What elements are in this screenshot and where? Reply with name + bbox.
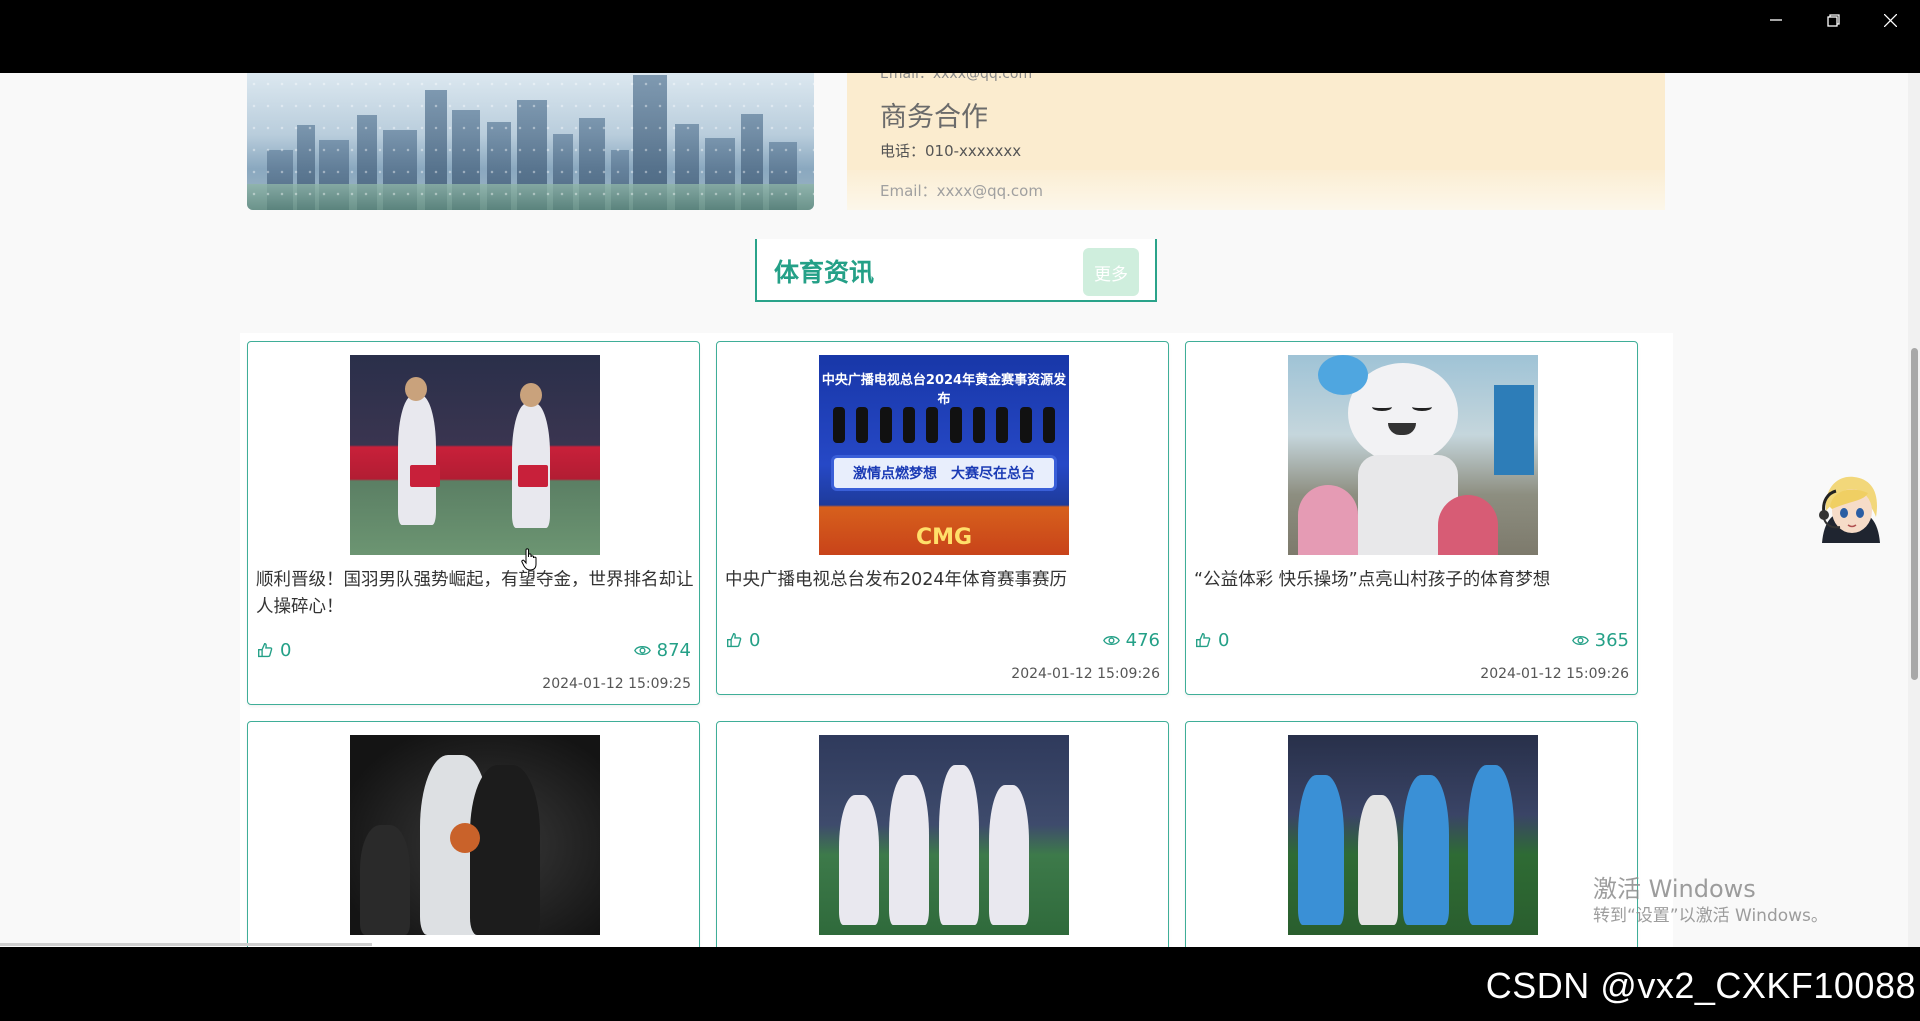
like-count-value: 0 <box>1218 630 1230 651</box>
contact-email-cut: Email：xxxx@qq.com <box>880 73 1033 82</box>
cmg-banner-middle: 激情点燃梦想 大赛尽在总台 <box>831 455 1057 491</box>
news-card[interactable]: “公益体彩 快乐操场”点亮山村孩子的体育梦想 0 365 2024-01-12 … <box>1185 341 1638 695</box>
page-viewport: Email：xxxx@qq.com 商务合作 电话：010-xxxxxxx Em… <box>0 73 1920 947</box>
window-titlebar <box>0 0 1920 73</box>
cmg-event-photo: 中央广播电视总台2024年黄金赛事资源发布 激情点燃梦想 大赛尽在总台 CMG <box>819 355 1069 555</box>
view-count: 476 <box>1102 630 1160 651</box>
publish-date: 2024-01-12 15:09:26 <box>1011 666 1160 682</box>
section-title: 体育资讯 <box>774 258 875 287</box>
activation-watermark-hint: 转到“设置”以激活 Windows。 <box>1593 906 1828 926</box>
view-count-value: 874 <box>656 640 691 661</box>
card-title[interactable]: 中央广播电视总台发布2024年体育赛事赛历 <box>725 567 1165 594</box>
cmg-logo: CMG <box>915 525 973 550</box>
like-count[interactable]: 0 <box>1195 630 1229 651</box>
badminton-photo <box>350 355 600 555</box>
news-card[interactable]: 顺利晋级！国羽男队强势崛起，有望夺金，世界排名却让人操碎心！ 0 874 202… <box>247 341 700 705</box>
minimize-button[interactable] <box>1748 0 1804 40</box>
contact-phone: 电话：010-xxxxxxx <box>880 142 1022 160</box>
activation-watermark-title: 激活 Windows <box>1593 875 1756 903</box>
publish-date: 2024-01-12 15:09:25 <box>542 676 691 692</box>
view-count: 365 <box>1571 630 1629 651</box>
contact-title: 商务合作 <box>880 102 988 133</box>
scrollbar-thumb[interactable] <box>1911 348 1918 680</box>
restore-icon <box>1826 13 1840 27</box>
hand-cursor-icon <box>521 548 537 571</box>
womens-soccer-photo <box>819 735 1069 935</box>
bottom-black-bar: CSDN @vx2_CXKF10088 <box>0 947 1920 1021</box>
news-card[interactable] <box>716 721 1169 947</box>
eye-icon <box>633 645 651 656</box>
restore-button[interactable] <box>1805 0 1861 40</box>
city-banner-image <box>247 73 814 210</box>
sports-news-header: 体育资讯 更多 <box>755 239 1157 302</box>
close-button[interactable] <box>1862 0 1918 40</box>
basketball-photo <box>350 735 600 935</box>
thumbs-up-icon <box>1196 633 1211 648</box>
more-button[interactable]: 更多 <box>1083 248 1139 296</box>
mascot-photo <box>1288 355 1538 555</box>
like-count-value: 0 <box>280 640 292 661</box>
view-count-value: 365 <box>1594 630 1629 651</box>
thumbs-up-icon <box>727 633 742 648</box>
news-card[interactable]: 中央广播电视总台2024年黄金赛事资源发布 激情点燃梦想 大赛尽在总台 CMG … <box>716 341 1169 695</box>
horizontal-scrollbar[interactable] <box>0 943 372 946</box>
like-count[interactable]: 0 <box>257 640 291 661</box>
news-card[interactable] <box>247 721 700 947</box>
like-count[interactable]: 0 <box>726 630 760 651</box>
support-agent-icon <box>1819 476 1880 543</box>
minimize-icon <box>1770 19 1782 21</box>
eye-icon <box>1571 635 1589 646</box>
cmg-banner-top: 中央广播电视总台2024年黄金赛事资源发布 <box>821 373 1067 407</box>
thumbs-up-icon <box>258 643 273 658</box>
assistant-avatar[interactable] <box>1810 471 1892 553</box>
soccer-photo <box>1288 735 1538 935</box>
like-count-value: 0 <box>749 630 761 651</box>
eye-icon <box>1102 635 1120 646</box>
csdn-watermark: CSDN @vx2_CXKF10088 <box>1485 965 1916 1006</box>
business-contact-panel: Email：xxxx@qq.com 商务合作 电话：010-xxxxxxx Em… <box>847 73 1665 210</box>
view-count-value: 476 <box>1125 630 1160 651</box>
view-count: 874 <box>633 640 691 661</box>
news-card[interactable] <box>1185 721 1638 947</box>
close-icon <box>1883 13 1897 27</box>
contact-email: Email：xxxx@qq.com <box>880 182 1043 200</box>
publish-date: 2024-01-12 15:09:26 <box>1480 666 1629 682</box>
card-title[interactable]: 顺利晋级！国羽男队强势崛起，有望夺金，世界排名却让人操碎心！ <box>256 567 696 621</box>
card-title[interactable]: “公益体彩 快乐操场”点亮山村孩子的体育梦想 <box>1194 567 1634 594</box>
